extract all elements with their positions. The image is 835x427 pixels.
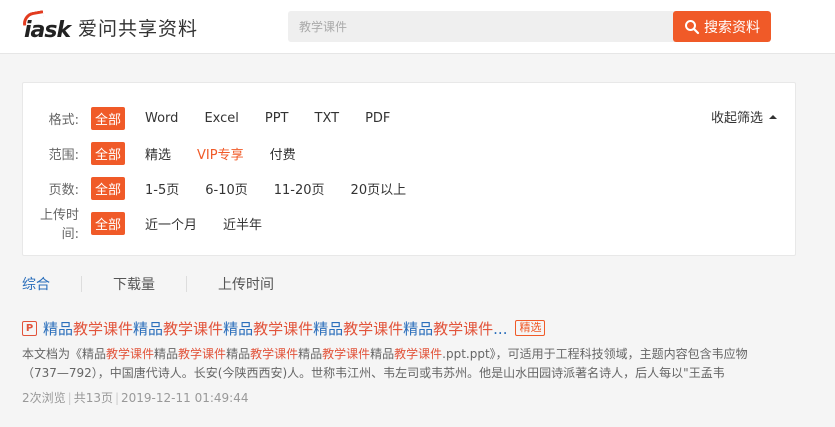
desc-part: 精品	[154, 347, 179, 361]
result-title-link[interactable]: 精品教学课件精品教学课件精品教学课件精品教学课件精品教学课件...	[43, 318, 507, 339]
page-count: 共13页	[73, 391, 113, 405]
logo-mark: iask	[21, 10, 76, 44]
site-logo[interactable]: iask 爱问共享资料	[21, 10, 199, 44]
filter-row-format: 格式: 全部 Word Excel PPT TXT PDF	[23, 106, 416, 130]
filter-panel: 格式: 全部 Word Excel PPT TXT PDF 收起筛选 范围: 全…	[22, 82, 796, 256]
sort-tab-upload-time[interactable]: 上传时间	[218, 274, 274, 294]
search-button[interactable]: 搜索资料	[673, 11, 771, 42]
divider: |	[67, 390, 72, 405]
ppt-file-icon: P	[22, 320, 37, 336]
site-header: iask 爱问共享资料 搜索资料	[0, 0, 835, 54]
title-part: 精品	[43, 319, 74, 338]
filter-time-month[interactable]: 近一个月	[145, 214, 197, 233]
desc-part: 精品	[226, 347, 251, 361]
logo-wordmark: iask	[24, 18, 71, 43]
filter-row-upload-time: 上传时间: 全部 近一个月 近半年	[23, 208, 288, 242]
filter-format-excel[interactable]: Excel	[204, 111, 238, 126]
result-title-row: P 精品教学课件精品教学课件精品教学课件精品教学课件精品教学课件... 精选	[22, 318, 822, 338]
filter-scope-paid[interactable]: 付费	[270, 144, 296, 163]
filter-format-txt[interactable]: TXT	[315, 111, 340, 126]
title-keyword: 教学课件	[343, 319, 404, 338]
sort-tab-overall[interactable]: 综合	[22, 274, 50, 294]
filter-format-all[interactable]: 全部	[91, 106, 126, 130]
title-ellipsis: ...	[493, 319, 508, 338]
filter-pages-11-20[interactable]: 11-20页	[274, 179, 325, 198]
filter-scope-featured[interactable]: 精选	[145, 144, 171, 163]
filter-time-all[interactable]: 全部	[91, 211, 126, 235]
search-input[interactable]	[288, 11, 673, 42]
search-result-item: P 精品教学课件精品教学课件精品教学课件精品教学课件精品教学课件... 精选 本…	[22, 318, 822, 406]
filter-row-pages: 页数: 全部 1-5页 6-10页 11-20页 20页以上	[23, 176, 432, 200]
filter-pages-all[interactable]: 全部	[91, 176, 126, 200]
sort-tab-downloads[interactable]: 下载量	[113, 274, 155, 294]
divider	[186, 276, 187, 292]
filter-time-half-year[interactable]: 近半年	[223, 214, 262, 233]
description-line: 本文档为《精品教学课件精品教学课件精品教学课件精品教学课件精品教学课件.ppt.…	[22, 345, 802, 364]
filter-row-scope: 范围: 全部 精选 VIP专享 付费	[23, 141, 322, 165]
filter-label-format: 格式:	[48, 112, 79, 128]
desc-keyword: 教学课件	[106, 347, 155, 361]
desc-keyword: 教学课件	[394, 347, 443, 361]
filter-label-pages: 页数:	[48, 182, 79, 198]
result-description: 本文档为《精品教学课件精品教学课件精品教学课件精品教学课件精品教学课件.ppt.…	[22, 345, 802, 383]
divider: |	[114, 390, 120, 405]
title-part: 精品	[403, 319, 434, 338]
title-keyword: 教学课件	[163, 319, 224, 338]
desc-part: 精品	[370, 347, 395, 361]
desc-keyword: 教学课件	[322, 347, 371, 361]
filter-format-word[interactable]: Word	[145, 111, 178, 126]
logo-text: 爱问共享资料	[78, 17, 199, 40]
filter-pages-6-10[interactable]: 6-10页	[205, 179, 248, 198]
title-keyword: 教学课件	[433, 319, 494, 338]
filter-scope-all[interactable]: 全部	[91, 141, 126, 165]
title-part: 精品	[313, 319, 344, 338]
title-part: 精品	[133, 319, 164, 338]
search-bar: 搜索资料	[288, 11, 771, 42]
collapse-filter-label: 收起筛选	[710, 111, 763, 126]
sort-tabs: 综合 下载量 上传时间	[22, 274, 274, 294]
title-keyword: 教学课件	[73, 319, 134, 338]
result-meta: 2次浏览 | 共13页 | 2019-12-11 01:49:44	[22, 389, 822, 406]
description-line: （737—792），中国唐代诗人。长安(今陕西西安)人。世称韦江州、韦左司或韦苏…	[22, 366, 725, 380]
search-button-label: 搜索资料	[704, 19, 760, 36]
desc-part: 本文档为《精品	[22, 347, 107, 361]
filter-pages-1-5[interactable]: 1-5页	[145, 179, 179, 198]
filter-pages-20-plus[interactable]: 20页以上	[351, 179, 407, 198]
title-keyword: 教学课件	[253, 319, 314, 338]
featured-badge: 精选	[515, 320, 546, 336]
filter-label-scope: 范围:	[48, 147, 79, 163]
desc-keyword: 教学课件	[250, 347, 299, 361]
caret-up-icon	[769, 114, 777, 119]
title-part: 精品	[223, 319, 254, 338]
view-count: 2次浏览	[22, 391, 66, 405]
collapse-filter-button[interactable]: 收起筛选	[711, 107, 777, 126]
desc-part: 精品	[298, 347, 323, 361]
filter-scope-vip[interactable]: VIP专享	[197, 144, 244, 163]
upload-date: 2019-12-11 01:49:44	[121, 390, 249, 405]
divider	[81, 276, 82, 292]
desc-keyword: 教学课件	[178, 347, 227, 361]
filter-format-pdf[interactable]: PDF	[365, 111, 390, 126]
filter-format-ppt[interactable]: PPT	[265, 111, 289, 126]
filter-label-upload-time: 上传时间:	[39, 208, 79, 242]
search-icon	[685, 19, 700, 34]
desc-part: .ppt.ppt》，可适用于工程科技领域，主题内容包含韦应物	[442, 347, 748, 361]
